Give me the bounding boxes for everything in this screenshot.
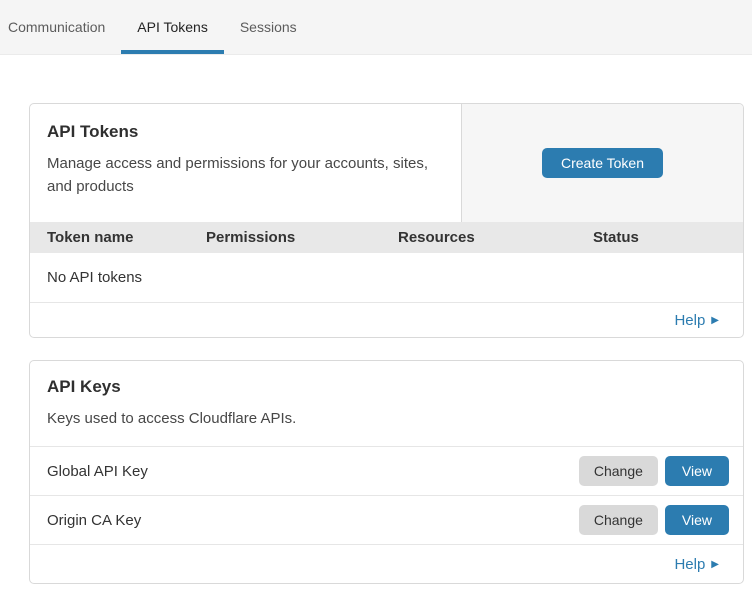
help-link-label: Help [674,556,705,573]
help-arrow-icon: ▶ [711,315,719,326]
tab-bar: Communication API Tokens Sessions [0,0,752,55]
api-tokens-description: Manage access and permissions for your a… [47,152,441,198]
api-tokens-help-row: Help ▶ [30,303,743,337]
api-keys-card-header: API Keys Keys used to access Cloudflare … [30,361,743,447]
key-row-global-api-key: Global API Key Change View [30,447,743,496]
create-token-button[interactable]: Create Token [542,148,663,178]
api-keys-card: API Keys Keys used to access Cloudflare … [29,360,744,584]
tab-communication[interactable]: Communication [0,0,121,54]
key-label-global-api-key: Global API Key [47,463,148,480]
column-header-resources: Resources [398,229,593,246]
view-origin-ca-key-button[interactable]: View [665,505,729,535]
api-keys-title: API Keys [47,377,726,397]
api-keys-description: Keys used to access Cloudflare APIs. [47,407,726,430]
key-label-origin-ca-key: Origin CA Key [47,512,141,529]
api-tokens-card-action-panel: Create Token [461,104,743,222]
column-header-token-name: Token name [47,229,206,246]
api-tokens-help-link[interactable]: Help ▶ [674,312,719,329]
tab-sessions[interactable]: Sessions [224,0,313,54]
change-global-api-key-button[interactable]: Change [579,456,658,486]
help-link-label: Help [674,312,705,329]
api-tokens-card: API Tokens Manage access and permissions… [29,103,744,338]
help-arrow-icon: ▶ [711,559,719,570]
key-actions-origin-ca-key: Change View [579,505,729,535]
view-global-api-key-button[interactable]: View [665,456,729,486]
page-content: API Tokens Manage access and permissions… [0,55,752,584]
token-table-empty-row: No API tokens [30,253,743,303]
tab-api-tokens[interactable]: API Tokens [121,0,224,54]
column-header-status: Status [593,229,743,246]
api-tokens-card-header-text: API Tokens Manage access and permissions… [30,104,461,222]
api-tokens-title: API Tokens [47,122,441,142]
column-header-permissions: Permissions [206,229,398,246]
key-actions-global-api-key: Change View [579,456,729,486]
api-keys-help-link[interactable]: Help ▶ [674,556,719,573]
token-table-header: Token name Permissions Resources Status [30,222,743,253]
api-tokens-card-header: API Tokens Manage access and permissions… [30,104,743,222]
change-origin-ca-key-button[interactable]: Change [579,505,658,535]
key-row-origin-ca-key: Origin CA Key Change View [30,496,743,545]
api-keys-help-row: Help ▶ [30,545,743,583]
empty-state-message: No API tokens [47,269,142,286]
